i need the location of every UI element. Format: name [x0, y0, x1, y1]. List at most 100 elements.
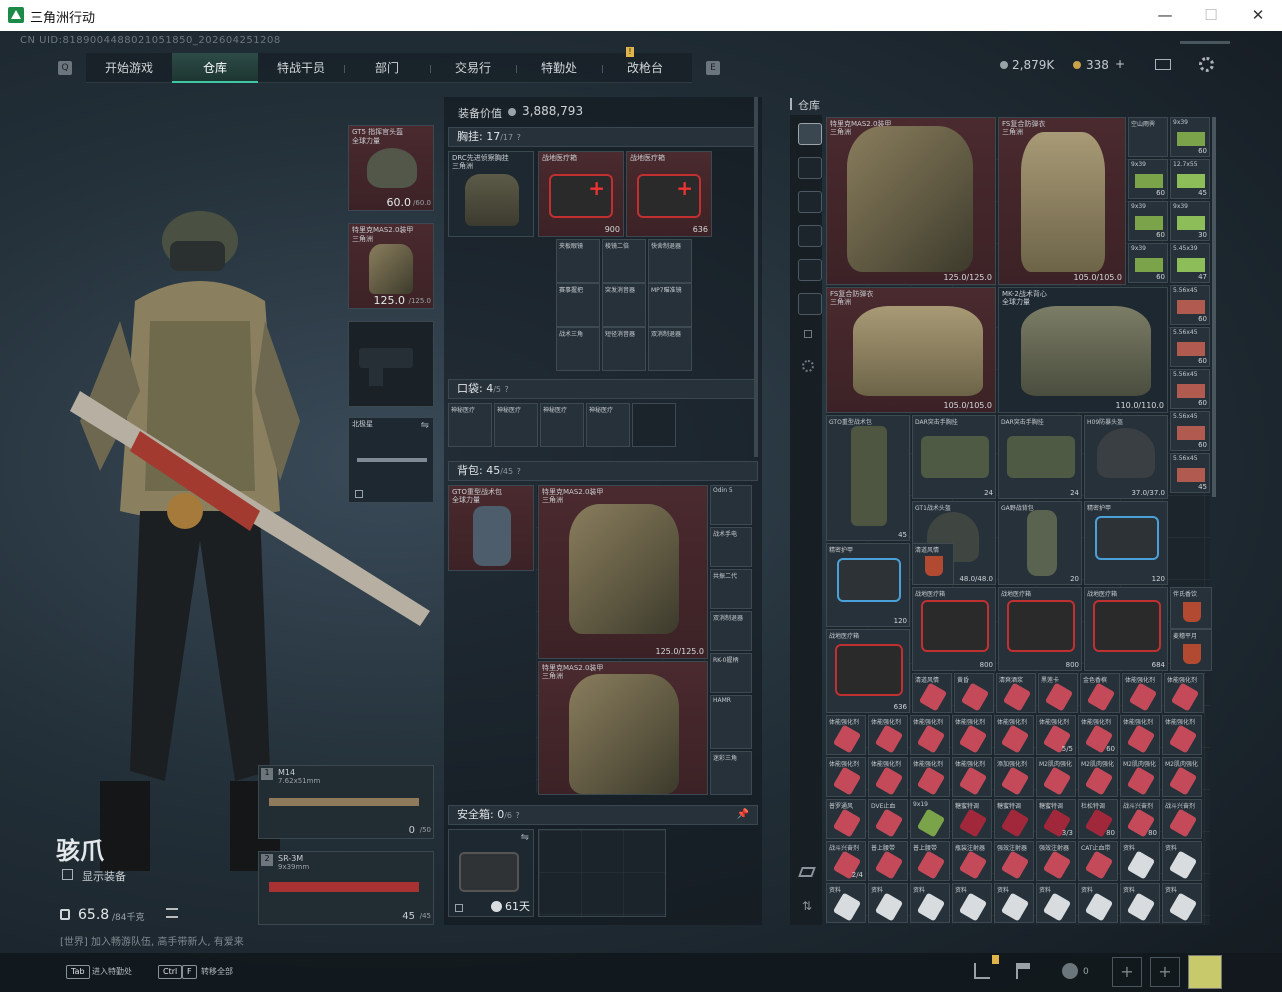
stash-item[interactable]: 伴氏香饮: [1170, 587, 1212, 629]
swap-icon[interactable]: ⇋: [521, 832, 529, 843]
stash-item[interactable]: 资料: [952, 883, 992, 923]
stash-item[interactable]: 9x39 60: [1128, 243, 1168, 283]
backpack-small-item[interactable]: RK-0握柄: [710, 653, 752, 693]
stash-item[interactable]: 体能强化剂 60: [1078, 715, 1118, 755]
stash-item[interactable]: 强效注射器: [994, 841, 1034, 881]
stash-item[interactable]: 12.7x55 45: [1170, 159, 1210, 199]
stash-item[interactable]: 5.45x39 47: [1170, 243, 1210, 283]
attachment-item[interactable]: 快舍制退器: [648, 239, 692, 283]
stash-item[interactable]: M2肌肉强化: [1162, 757, 1202, 797]
stash-item[interactable]: GA野战背包 20: [998, 501, 1082, 585]
stash-item[interactable]: 资料: [1162, 883, 1202, 923]
stash-item[interactable]: 体能强化剂: [910, 715, 950, 755]
stash-item[interactable]: 资料: [1120, 883, 1160, 923]
stash-page-weapons-icon[interactable]: [798, 157, 822, 179]
stats-icon[interactable]: [974, 963, 990, 979]
tab-operators[interactable]: 特战干员: [258, 53, 344, 83]
backpack-small-item[interactable]: 战术手电: [710, 527, 752, 567]
player-avatar[interactable]: [1188, 955, 1222, 989]
weapon-slot-2[interactable]: 2 SR-3M 9x39mm 45 /45: [258, 851, 434, 925]
add-teammate-button[interactable]: +: [1112, 957, 1142, 987]
maximize-button[interactable]: ☐: [1196, 4, 1226, 26]
stash-item[interactable]: 普上腰带: [910, 841, 950, 881]
stash-page-ammo-icon[interactable]: [798, 225, 822, 247]
chest-rig-item[interactable]: DRC先进侦察胸挂 三角洲: [448, 151, 534, 237]
stash-item[interactable]: 体能强化剂: [952, 715, 992, 755]
weapon-slot-1[interactable]: 1 M14 7.62x51mm 0 /50: [258, 765, 434, 839]
med-kit-item[interactable]: 战地医疗箱 900: [538, 151, 624, 237]
stash-item[interactable]: 体能强化剂: [868, 757, 908, 797]
stash-page-meds-icon[interactable]: [798, 259, 822, 281]
stash-item[interactable]: 5.56x45 60: [1170, 369, 1210, 409]
stash-item[interactable]: 战斗兴奋剂 80: [1120, 799, 1160, 839]
stash-item[interactable]: M2肌肉强化: [1120, 757, 1160, 797]
stash-item[interactable]: DAR突击手胸挂 24: [912, 415, 996, 499]
stash-item[interactable]: 麦穗平月: [1170, 629, 1212, 671]
stash-item[interactable]: 资料: [826, 883, 866, 923]
stash-item[interactable]: 9x39 60: [1170, 117, 1210, 157]
stash-item[interactable]: 战地医疗箱 684: [1084, 587, 1168, 671]
attachment-item[interactable]: 双消制退器: [648, 327, 692, 371]
stash-item[interactable]: 资料: [910, 883, 950, 923]
transfer-all-hint[interactable]: 转移全部: [201, 966, 233, 977]
show-gear-checkbox[interactable]: [62, 869, 73, 880]
stash-scrollbar[interactable]: [1212, 117, 1216, 497]
backpack-small-item[interactable]: 共振二代: [710, 569, 752, 609]
help-icon[interactable]: ?: [505, 385, 509, 394]
minimize-button[interactable]: —: [1150, 4, 1180, 26]
stash-item[interactable]: 战地医疗箱 800: [998, 587, 1082, 671]
weight-list-icon[interactable]: [166, 908, 178, 918]
nav-e-key-icon[interactable]: E: [706, 61, 720, 75]
stash-item[interactable]: 清道风情: [912, 543, 954, 585]
attachment-item[interactable]: 棱镜二倍: [602, 239, 646, 283]
swap-icon[interactable]: ⇋: [421, 420, 429, 431]
stash-armor-item[interactable]: FS复合防弹衣 三角洲 105.0/105.0: [826, 287, 996, 413]
pocket-empty-slot[interactable]: [632, 403, 676, 447]
stash-item[interactable]: 体能强化剂 5/5: [1036, 715, 1076, 755]
attachment-item[interactable]: 突发消音器: [602, 283, 646, 327]
med-kit-item[interactable]: 战地医疗箱 636: [626, 151, 712, 237]
team-icon[interactable]: [1062, 963, 1078, 979]
stash-item[interactable]: DAR突击手胸挂 24: [998, 415, 1082, 499]
armor-item[interactable]: 特里克MAS2.0装甲 三角洲 125.0/125.0: [538, 485, 708, 659]
helmet-slot[interactable]: GT5 指挥官头盔 全球力量 60.0 /60.0: [348, 125, 434, 211]
stash-item[interactable]: 黄昏: [954, 673, 994, 713]
stash-item[interactable]: 精密护甲 120: [826, 543, 910, 627]
stash-item[interactable]: 瓶装注射器: [952, 841, 992, 881]
stash-item[interactable]: 战地医疗箱 800: [912, 587, 996, 671]
stash-item[interactable]: 清道风情: [912, 673, 952, 713]
flag-icon[interactable]: [1016, 963, 1030, 979]
stash-item[interactable]: 精密护甲 120: [1084, 501, 1168, 585]
stash-item[interactable]: 资料: [1120, 841, 1160, 881]
stash-page-misc-icon[interactable]: [798, 293, 822, 315]
stash-item[interactable]: 糖蜜特调: [952, 799, 992, 839]
stash-item[interactable]: 9x19: [910, 799, 950, 839]
stash-item[interactable]: 黑莲卡: [1038, 673, 1078, 713]
stash-page-armor-icon[interactable]: [798, 191, 822, 213]
stash-item[interactable]: 清爽酒浆: [996, 673, 1036, 713]
stash-item[interactable]: 体能强化剂: [826, 757, 866, 797]
stash-item[interactable]: 资料: [1162, 841, 1202, 881]
stash-item[interactable]: 体能强化剂: [868, 715, 908, 755]
stash-item[interactable]: DVE止血: [868, 799, 908, 839]
pocket-item[interactable]: 神秘医疗: [540, 403, 584, 447]
safe-box-item[interactable]: ⇋ 61天: [448, 829, 534, 917]
stash-page-home-icon[interactable]: [798, 123, 822, 145]
close-button[interactable]: ✕: [1243, 4, 1273, 26]
attachment-item[interactable]: 夹板眼镜: [556, 239, 600, 283]
stash-item[interactable]: M2肌肉强化: [1078, 757, 1118, 797]
backpack-small-item[interactable]: 迷彩三角: [710, 751, 752, 795]
stash-item[interactable]: 资料: [994, 883, 1034, 923]
stash-item[interactable]: 体能强化剂: [910, 757, 950, 797]
attachment-item[interactable]: 赛事握把: [556, 283, 600, 327]
pocket-item[interactable]: 神秘医疗: [586, 403, 630, 447]
stash-item[interactable]: 5.56x45 60: [1170, 285, 1210, 325]
stash-item[interactable]: 体能强化剂: [1122, 673, 1162, 713]
melee-slot[interactable]: 北极星 ⇋: [348, 417, 434, 503]
stash-item[interactable]: 资料: [1078, 883, 1118, 923]
stash-item[interactable]: 9x39 60: [1128, 159, 1168, 199]
stash-item[interactable]: GTO重型战术包 45: [826, 415, 910, 541]
stash-item[interactable]: 体能强化剂: [952, 757, 992, 797]
stash-item[interactable]: 普上腰带: [868, 841, 908, 881]
stash-item[interactable]: 添加强化剂: [994, 757, 1034, 797]
